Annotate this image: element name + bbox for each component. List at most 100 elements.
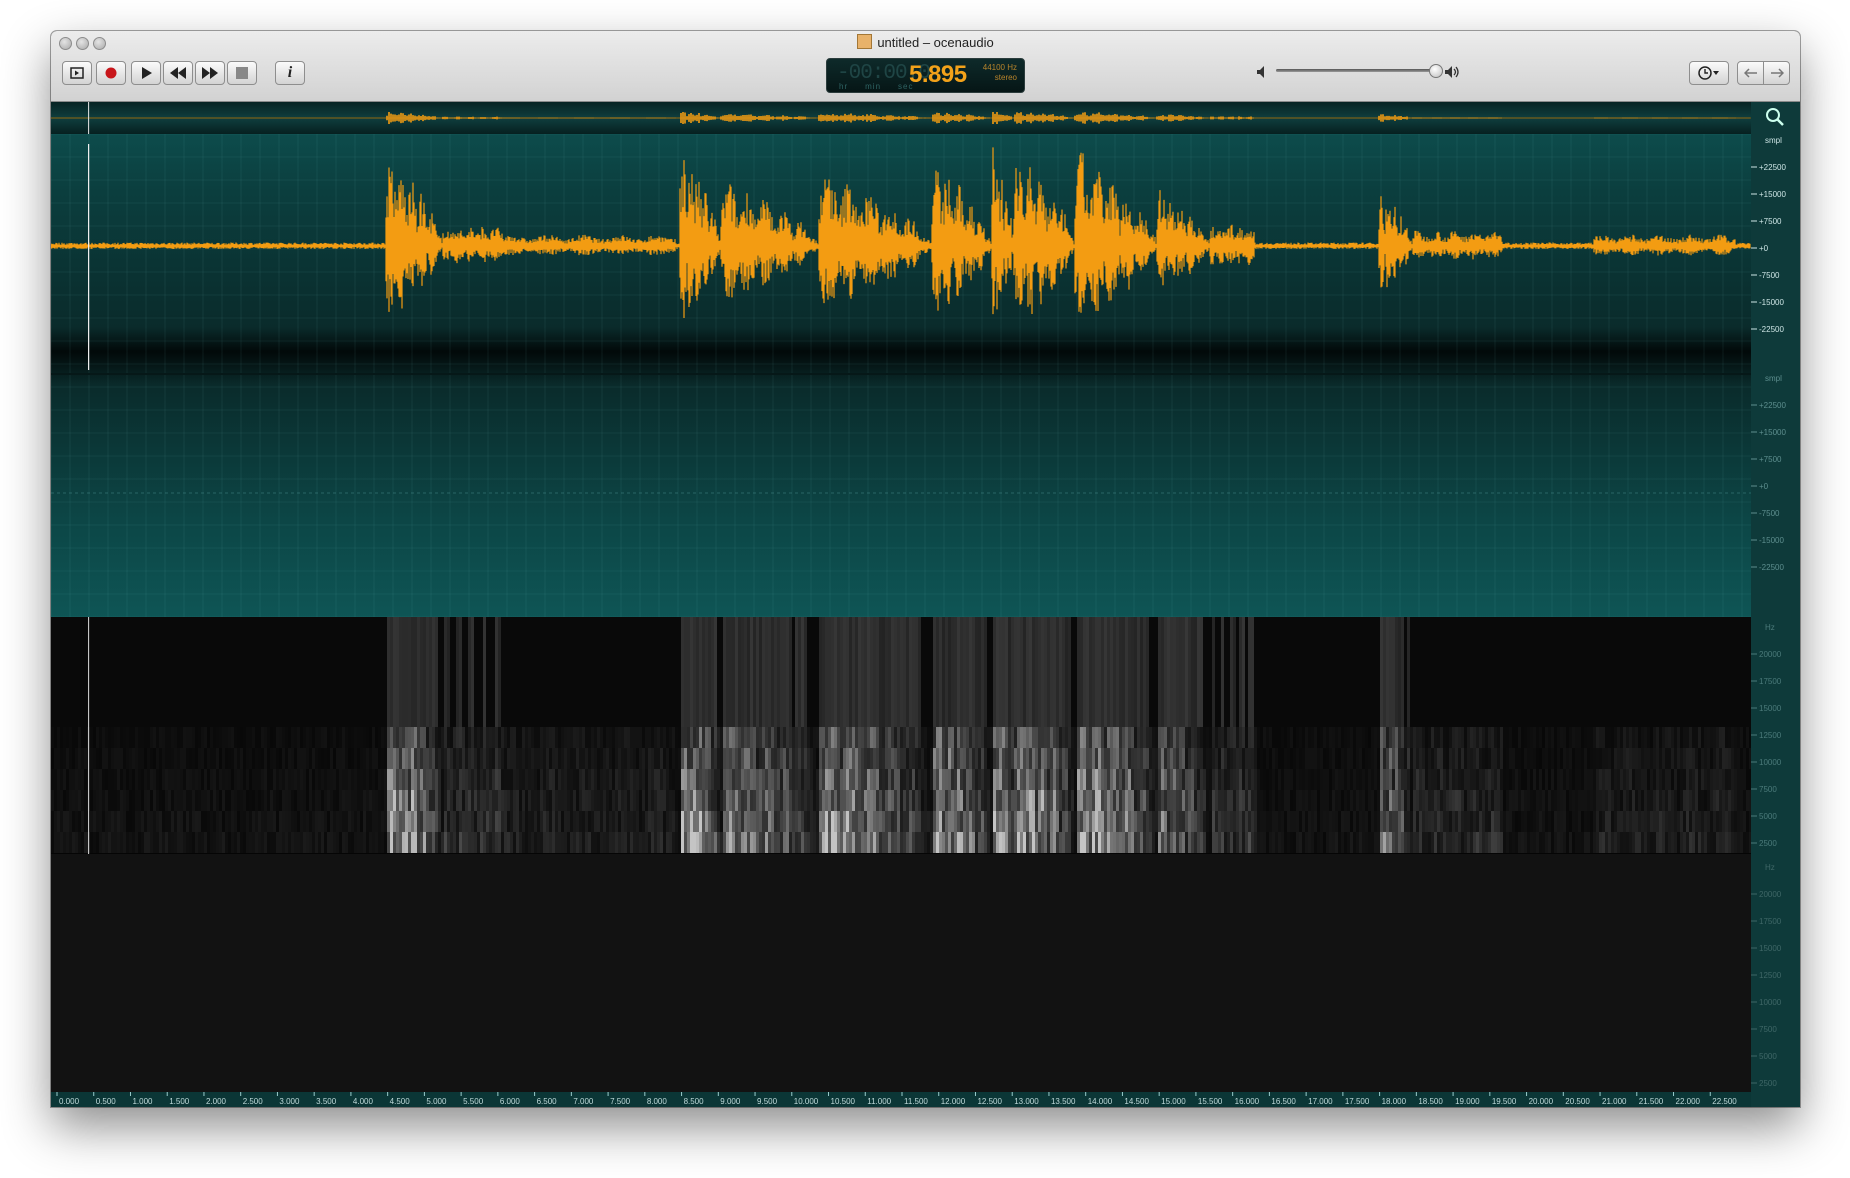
freq-ch2-tick: 12500: [1759, 971, 1782, 980]
channel-mode: stereo: [994, 73, 1017, 82]
time-ruler-tick: 7.000: [573, 1097, 594, 1106]
time-ruler-tick: 13.500: [1051, 1097, 1076, 1106]
time-ruler-tick: 17.500: [1345, 1097, 1370, 1106]
unit-sec: sec: [898, 82, 914, 91]
waveform: [51, 133, 1751, 618]
amplitude-ch1-tick: +15000: [1759, 190, 1786, 199]
time-ruler-tick: 1.500: [169, 1097, 190, 1106]
time-ruler-tick: 4.000: [353, 1097, 374, 1106]
volume-slider[interactable]: [1276, 69, 1436, 72]
time-ruler-tick: 7.500: [610, 1097, 631, 1106]
freq-ch1-tick: 15000: [1759, 704, 1782, 713]
time-ruler[interactable]: 0.000 0.500 1.000 1.500 2.000 2.500 3.000 3.500…: [51, 1086, 1751, 1107]
time-ruler-tick: 15.500: [1198, 1097, 1223, 1106]
freq-ch1-tick: 7500: [1759, 785, 1777, 794]
volume-slider-knob[interactable]: [1429, 64, 1443, 78]
time-ruler-tick: 22.000: [1676, 1097, 1701, 1106]
fast-forward-icon: [202, 67, 218, 79]
forward-button[interactable]: [1763, 61, 1790, 85]
speaker-low-icon: [1257, 66, 1264, 78]
scale-axis: smpl +22500 +15000 +7500 +0 -7500 -15000 -22500…: [1751, 136, 1786, 1088]
time-ruler-tick: 8.500: [684, 1097, 705, 1106]
time-display-format: 44100 Hz stereo: [983, 63, 1017, 83]
amplitude-ch2-tick: +15000: [1759, 428, 1786, 437]
time-ruler-tick: 16.000: [1235, 1097, 1260, 1106]
toolbar: untitled – ocenaudio i -00:00:0 5.895 44…: [51, 31, 1800, 102]
spectrogram-panel[interactable]: [51, 617, 1752, 854]
time-ruler-tick: 0.000: [59, 1097, 80, 1106]
freq-ch1-tick: 2500: [1759, 839, 1777, 848]
freq-ch2-unit: Hz: [1765, 863, 1775, 872]
time-ruler-tick: 5.000: [426, 1097, 447, 1106]
freq-ch2-tick: 17500: [1759, 917, 1782, 926]
record-button[interactable]: [96, 61, 126, 85]
time-ruler-tick: 11.500: [904, 1097, 928, 1106]
loop-icon: [70, 67, 84, 79]
time-ruler-tick: 17.000: [1308, 1097, 1333, 1106]
app-window: untitled – ocenaudio i -00:00:0 5.895 44…: [51, 31, 1800, 1107]
time-ruler-tick: 3.000: [279, 1097, 300, 1106]
time-ruler-tick: 6.000: [500, 1097, 521, 1106]
sample-rate: 44100 Hz: [982, 63, 1017, 72]
amplitude-ch2-tick: -7500: [1759, 509, 1780, 518]
freq-ch2-tick: 7500: [1759, 1025, 1777, 1034]
time-ruler-tick: 14.000: [1088, 1097, 1113, 1106]
amplitude-ch2-tick: +0: [1759, 482, 1769, 491]
freq-ch2-tick: 10000: [1759, 998, 1782, 1007]
amplitude-ch1-tick: -15000: [1759, 298, 1784, 307]
spectrogram: [51, 617, 1752, 854]
amplitude-ch1-unit: smpl: [1765, 136, 1782, 145]
time-ruler-tick: 10.000: [794, 1097, 819, 1106]
time-ruler-tick: 0.500: [96, 1097, 117, 1106]
amplitude-ch1-tick: -22500: [1759, 325, 1784, 334]
freq-ch1-tick: 10000: [1759, 758, 1782, 767]
time-ruler-tick: 2.500: [243, 1097, 264, 1106]
time-ruler-tick: 8.000: [647, 1097, 668, 1106]
info-icon: i: [287, 64, 293, 81]
rewind-button[interactable]: [163, 61, 193, 85]
time-ruler-tick: 12.500: [977, 1097, 1002, 1106]
loop-play-button[interactable]: [62, 61, 92, 85]
spectrogram-empty-channel[interactable]: [51, 854, 1751, 1094]
scale-sidebar: smpl +22500 +15000 +7500 +0 -7500 -15000 -22500…: [1751, 102, 1800, 1107]
time-ruler-tick: 21.000: [1602, 1097, 1627, 1106]
unit-min: min: [865, 82, 882, 91]
time-ruler-tick: 20.000: [1529, 1097, 1554, 1106]
fast-forward-button[interactable]: [195, 61, 225, 85]
time-ruler-tick: 3.500: [316, 1097, 337, 1106]
time-ruler-tick: 15.000: [1161, 1097, 1186, 1106]
amplitude-ch1-tick: +7500: [1759, 217, 1782, 226]
overview-strip[interactable]: [51, 102, 1751, 134]
time-ruler-tick: 11.000: [867, 1097, 891, 1106]
freq-ch1-tick: 17500: [1759, 677, 1782, 686]
stop-button[interactable]: [227, 61, 257, 85]
freq-ch1-tick: 12500: [1759, 731, 1782, 740]
info-button[interactable]: i: [275, 61, 305, 85]
waveform-panel[interactable]: [51, 133, 1751, 618]
time-ruler-tick: 14.500: [1124, 1097, 1149, 1106]
time-ruler-tick: 20.500: [1565, 1097, 1590, 1106]
time-ruler-tick: 19.000: [1455, 1097, 1480, 1106]
freq-ch1-unit: Hz: [1765, 623, 1775, 632]
unit-hr: hr: [839, 82, 849, 91]
time-ruler-tick: 22.500: [1712, 1097, 1737, 1106]
amplitude-ch2-tick: -22500: [1759, 563, 1784, 572]
history-dropdown-button[interactable]: [1689, 61, 1729, 85]
play-button[interactable]: [131, 61, 161, 85]
time-ruler-tick: 12.000: [941, 1097, 966, 1106]
amplitude-ch1-tick: +22500: [1759, 163, 1786, 172]
time-ruler-tick: 2.000: [206, 1097, 227, 1106]
overview-waveform: [51, 102, 1751, 134]
time-ruler-tick: 16.500: [1271, 1097, 1296, 1106]
time-ruler-tick: 6.500: [537, 1097, 558, 1106]
zoom-icon[interactable]: [1764, 106, 1786, 128]
freq-ch2-tick: 20000: [1759, 890, 1782, 899]
amplitude-ch2-tick: +7500: [1759, 455, 1782, 464]
freq-ch2-tick: 15000: [1759, 944, 1782, 953]
time-units: hr min sec: [839, 82, 930, 91]
time-ruler-tick: 18.500: [1418, 1097, 1443, 1106]
clock-icon: [1698, 66, 1719, 80]
back-button[interactable]: [1737, 61, 1764, 85]
time-ruler-tick: 4.500: [390, 1097, 411, 1106]
stop-icon: [236, 67, 248, 79]
